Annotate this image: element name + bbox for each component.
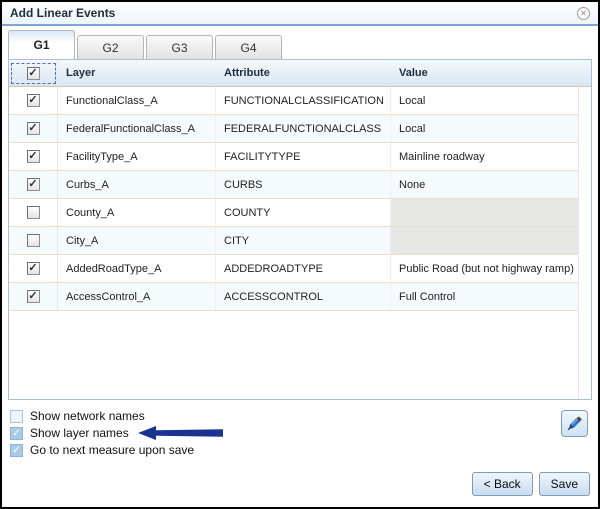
- value-cell[interactable]: Public Road (but not highway ramp): [391, 255, 578, 282]
- attribute-cell: COUNTY: [216, 199, 391, 226]
- dialog-title: Add Linear Events: [10, 6, 115, 20]
- row-checkbox[interactable]: [27, 206, 40, 219]
- option-show-network-names[interactable]: Show network names: [10, 408, 590, 424]
- save-button[interactable]: Save: [539, 472, 590, 496]
- table-row[interactable]: FunctionalClass_A FUNCTIONALCLASSIFICATI…: [9, 87, 578, 115]
- annotation-arrow-icon: [137, 425, 225, 441]
- back-button[interactable]: < Back: [472, 472, 533, 496]
- grid-body: FunctionalClass_A FUNCTIONALCLASSIFICATI…: [9, 87, 591, 399]
- table-row[interactable]: City_A CITY: [9, 227, 578, 255]
- layer-cell: AddedRoadType_A: [58, 255, 216, 282]
- tab-g2[interactable]: G2: [77, 35, 144, 59]
- row-checkbox[interactable]: [27, 178, 40, 191]
- column-header-value[interactable]: Value: [391, 60, 591, 86]
- eyedropper-icon: [566, 415, 583, 432]
- option-show-layer-names[interactable]: Show layer names: [10, 425, 590, 441]
- dialog-titlebar: Add Linear Events ✕: [2, 2, 598, 26]
- option-go-to-next-measure[interactable]: Go to next measure upon save: [10, 442, 590, 458]
- select-all-checkbox[interactable]: [27, 67, 40, 80]
- layer-cell: FacilityType_A: [58, 143, 216, 170]
- column-header-attribute[interactable]: Attribute: [216, 60, 391, 86]
- options-area: Show network names Show layer names Go t…: [10, 408, 590, 464]
- option-label: Go to next measure upon save: [30, 443, 194, 457]
- layer-cell: City_A: [58, 227, 216, 254]
- layers-grid: Layer Attribute Value FunctionalClass_A …: [8, 59, 592, 400]
- select-all-header-cell: [9, 60, 58, 86]
- attribute-cell: ADDEDROADTYPE: [216, 255, 391, 282]
- attribute-cell: FACILITYTYPE: [216, 143, 391, 170]
- value-cell[interactable]: [391, 227, 578, 254]
- tab-g3[interactable]: G3: [146, 35, 213, 59]
- show-network-names-checkbox[interactable]: [10, 410, 23, 423]
- go-to-next-measure-checkbox[interactable]: [10, 444, 23, 457]
- option-label: Show layer names: [30, 426, 129, 440]
- attribute-cell: CITY: [216, 227, 391, 254]
- close-icon[interactable]: ✕: [577, 7, 590, 20]
- tab-strip: G1 G2 G3 G4: [8, 30, 592, 59]
- tab-g4[interactable]: G4: [215, 35, 282, 59]
- show-layer-names-checkbox[interactable]: [10, 427, 23, 440]
- option-label: Show network names: [30, 409, 145, 423]
- footer-buttons: < Back Save: [472, 472, 590, 496]
- table-row[interactable]: FederalFunctionalClass_A FEDERALFUNCTION…: [9, 115, 578, 143]
- value-cell[interactable]: [391, 199, 578, 226]
- table-row[interactable]: FacilityType_A FACILITYTYPE Mainline roa…: [9, 143, 578, 171]
- table-row[interactable]: AccessControl_A ACCESSCONTROL Full Contr…: [9, 283, 578, 311]
- table-row[interactable]: County_A COUNTY: [9, 199, 578, 227]
- grid-rows: FunctionalClass_A FUNCTIONALCLASSIFICATI…: [9, 87, 578, 399]
- scrollbar-track[interactable]: [578, 87, 591, 399]
- pick-tool-button[interactable]: [561, 410, 588, 437]
- value-cell[interactable]: Local: [391, 115, 578, 142]
- row-checkbox[interactable]: [27, 262, 40, 275]
- grid-header-row: Layer Attribute Value: [9, 60, 591, 87]
- layer-cell: County_A: [58, 199, 216, 226]
- select-all-focus-rect: [11, 63, 56, 84]
- attribute-cell: FEDERALFUNCTIONALCLASS: [216, 115, 391, 142]
- column-header-layer[interactable]: Layer: [58, 60, 216, 86]
- attribute-cell: FUNCTIONALCLASSIFICATION: [216, 87, 391, 114]
- tab-g1[interactable]: G1: [8, 30, 75, 59]
- row-checkbox[interactable]: [27, 94, 40, 107]
- add-linear-events-dialog: Add Linear Events ✕ G1 G2 G3 G4 Layer At…: [0, 0, 600, 509]
- layer-cell: Curbs_A: [58, 171, 216, 198]
- row-checkbox[interactable]: [27, 290, 40, 303]
- table-row[interactable]: Curbs_A CURBS None: [9, 171, 578, 199]
- attribute-cell: ACCESSCONTROL: [216, 283, 391, 310]
- layer-cell: AccessControl_A: [58, 283, 216, 310]
- value-cell[interactable]: None: [391, 171, 578, 198]
- layer-cell: FunctionalClass_A: [58, 87, 216, 114]
- layer-cell: FederalFunctionalClass_A: [58, 115, 216, 142]
- value-cell[interactable]: Local: [391, 87, 578, 114]
- table-row[interactable]: AddedRoadType_A ADDEDROADTYPE Public Roa…: [9, 255, 578, 283]
- value-cell[interactable]: Mainline roadway: [391, 143, 578, 170]
- row-checkbox[interactable]: [27, 234, 40, 247]
- row-checkbox[interactable]: [27, 122, 40, 135]
- attribute-cell: CURBS: [216, 171, 391, 198]
- value-cell[interactable]: Full Control: [391, 283, 578, 310]
- row-checkbox[interactable]: [27, 150, 40, 163]
